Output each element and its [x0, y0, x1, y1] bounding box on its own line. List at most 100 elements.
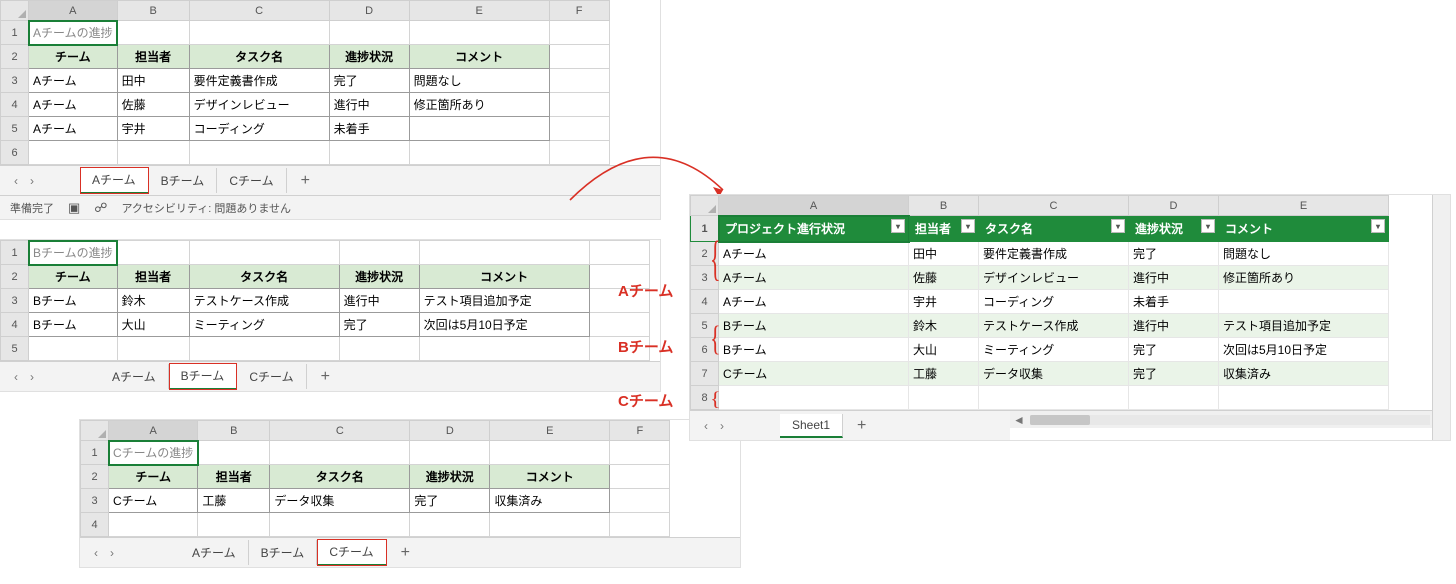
cell[interactable] [29, 337, 118, 361]
cell-a1[interactable]: Cチームの進捗 [109, 441, 198, 465]
table-header[interactable]: 進捗状況 [410, 465, 490, 489]
cell[interactable] [117, 241, 189, 265]
cell[interactable] [339, 337, 419, 361]
table-header[interactable]: プロジェクト進行状況▾ [719, 216, 909, 242]
tab-b-team[interactable]: Bチーム [149, 168, 218, 193]
cell[interactable]: Aチーム [29, 117, 118, 141]
cell[interactable]: コーディング [189, 117, 329, 141]
col-header[interactable]: A [719, 196, 909, 216]
cell[interactable]: 工藤 [909, 362, 979, 386]
cell[interactable]: 進行中 [339, 289, 419, 313]
cell[interactable] [549, 117, 609, 141]
filter-dropdown-icon[interactable]: ▾ [1111, 219, 1125, 233]
row-header[interactable]: 2 [1, 265, 29, 289]
select-all-corner[interactable] [81, 421, 109, 441]
scroll-thumb[interactable] [1030, 415, 1090, 425]
tab-b-team[interactable]: Bチーム [249, 540, 318, 565]
cell[interactable]: デザインレビュー [189, 93, 329, 117]
cell[interactable] [419, 241, 589, 265]
cell[interactable] [719, 386, 909, 410]
cell[interactable]: 完了 [410, 489, 490, 513]
row-header[interactable]: 2 [81, 465, 109, 489]
row-header[interactable]: 5 [1, 337, 29, 361]
cell[interactable] [979, 386, 1129, 410]
cell[interactable] [549, 69, 609, 93]
grid-a[interactable]: A B C D E F 1 Aチームの進捗 2 チーム 担当者 タスク名 進捗状… [0, 0, 610, 165]
tab-c-team[interactable]: Cチーム [237, 364, 306, 389]
grid-c[interactable]: A B C D E F 1 Cチームの進捗 2 チーム 担当者 タスク名 進捗状… [80, 420, 670, 537]
select-all-corner[interactable] [1, 1, 29, 21]
cell[interactable]: 完了 [1129, 242, 1219, 266]
cell[interactable] [189, 141, 329, 165]
table-header[interactable]: タスク名 [189, 265, 339, 289]
cell[interactable]: 田中 [117, 69, 189, 93]
row-header[interactable]: 1 [1, 241, 29, 265]
scroll-track[interactable] [1030, 415, 1430, 425]
cell[interactable] [1219, 386, 1389, 410]
table-header[interactable]: 担当者 [198, 465, 270, 489]
cell[interactable]: 進行中 [329, 93, 409, 117]
cell[interactable] [329, 141, 409, 165]
cell[interactable]: Bチーム [719, 314, 909, 338]
col-header[interactable]: C [979, 196, 1129, 216]
table-header[interactable]: 進捗状況 [329, 45, 409, 69]
cell[interactable]: 収集済み [1219, 362, 1389, 386]
cell[interactable]: 問題なし [409, 69, 549, 93]
cell[interactable]: 大山 [117, 313, 189, 337]
cell[interactable]: 工藤 [198, 489, 270, 513]
cell[interactable] [189, 337, 339, 361]
col-header[interactable]: D [1129, 196, 1219, 216]
cell[interactable] [610, 441, 670, 465]
col-header[interactable]: E [1219, 196, 1389, 216]
row-header[interactable]: 4 [1, 313, 29, 337]
cell[interactable]: Bチーム [719, 338, 909, 362]
cell[interactable] [549, 45, 609, 69]
cell[interactable] [1129, 386, 1219, 410]
table-header[interactable]: コメント [490, 465, 610, 489]
tab-b-team[interactable]: Bチーム [169, 363, 238, 390]
cell[interactable]: 次回は5月10日予定 [1219, 338, 1389, 362]
cell[interactable] [189, 21, 329, 45]
cell[interactable]: テストケース作成 [189, 289, 339, 313]
table-header[interactable]: 担当者▾ [909, 216, 979, 242]
cell[interactable] [189, 241, 339, 265]
cell[interactable]: Cチーム [109, 489, 198, 513]
cell[interactable]: 完了 [1129, 362, 1219, 386]
scroll-left-icon[interactable]: ◄ [1010, 413, 1028, 427]
cell[interactable] [909, 386, 979, 410]
table-header[interactable]: タスク名 [189, 45, 329, 69]
tab-nav-prev-icon[interactable]: ‹ [88, 546, 104, 560]
cell[interactable] [270, 441, 410, 465]
cell[interactable] [610, 489, 670, 513]
vertical-scrollbar[interactable] [1432, 195, 1450, 440]
cell[interactable]: Aチーム [719, 242, 909, 266]
select-all-corner[interactable] [691, 196, 719, 216]
col-header[interactable]: E [490, 421, 610, 441]
cell[interactable]: 佐藤 [909, 266, 979, 290]
cell[interactable] [410, 513, 490, 537]
cell[interactable]: Bチーム [29, 313, 118, 337]
row-header[interactable]: 5 [1, 117, 29, 141]
cell[interactable] [589, 313, 649, 337]
cell[interactable] [1219, 290, 1389, 314]
row-header[interactable]: 6 [1, 141, 29, 165]
grid-merged[interactable]: A B C D E 1 プロジェクト進行状況▾ 担当者▾ タスク名▾ 進捗状況▾… [690, 195, 1389, 410]
add-sheet-button[interactable]: + [287, 172, 324, 190]
tab-nav-next-icon[interactable]: › [24, 174, 40, 188]
horizontal-scrollbar[interactable]: ◄ ► [1010, 410, 1450, 428]
col-header[interactable]: B [909, 196, 979, 216]
table-header[interactable]: チーム [109, 465, 198, 489]
cell[interactable] [490, 441, 610, 465]
cell[interactable]: 佐藤 [117, 93, 189, 117]
tab-c-team[interactable]: Cチーム [317, 539, 386, 566]
cell[interactable]: テスト項目追加予定 [1219, 314, 1389, 338]
tab-a-team[interactable]: Aチーム [100, 364, 169, 389]
grid-b[interactable]: 1 Bチームの進捗 2 チーム 担当者 タスク名 進捗状況 コメント 3 Bチー… [0, 240, 650, 361]
row-header[interactable]: 1 [1, 21, 29, 45]
cell[interactable]: Aチーム [29, 69, 118, 93]
cell[interactable]: データ収集 [979, 362, 1129, 386]
col-header[interactable]: D [410, 421, 490, 441]
table-header[interactable]: コメント▾ [1219, 216, 1389, 242]
add-sheet-button[interactable]: + [387, 544, 424, 562]
table-header[interactable]: 進捗状況▾ [1129, 216, 1219, 242]
